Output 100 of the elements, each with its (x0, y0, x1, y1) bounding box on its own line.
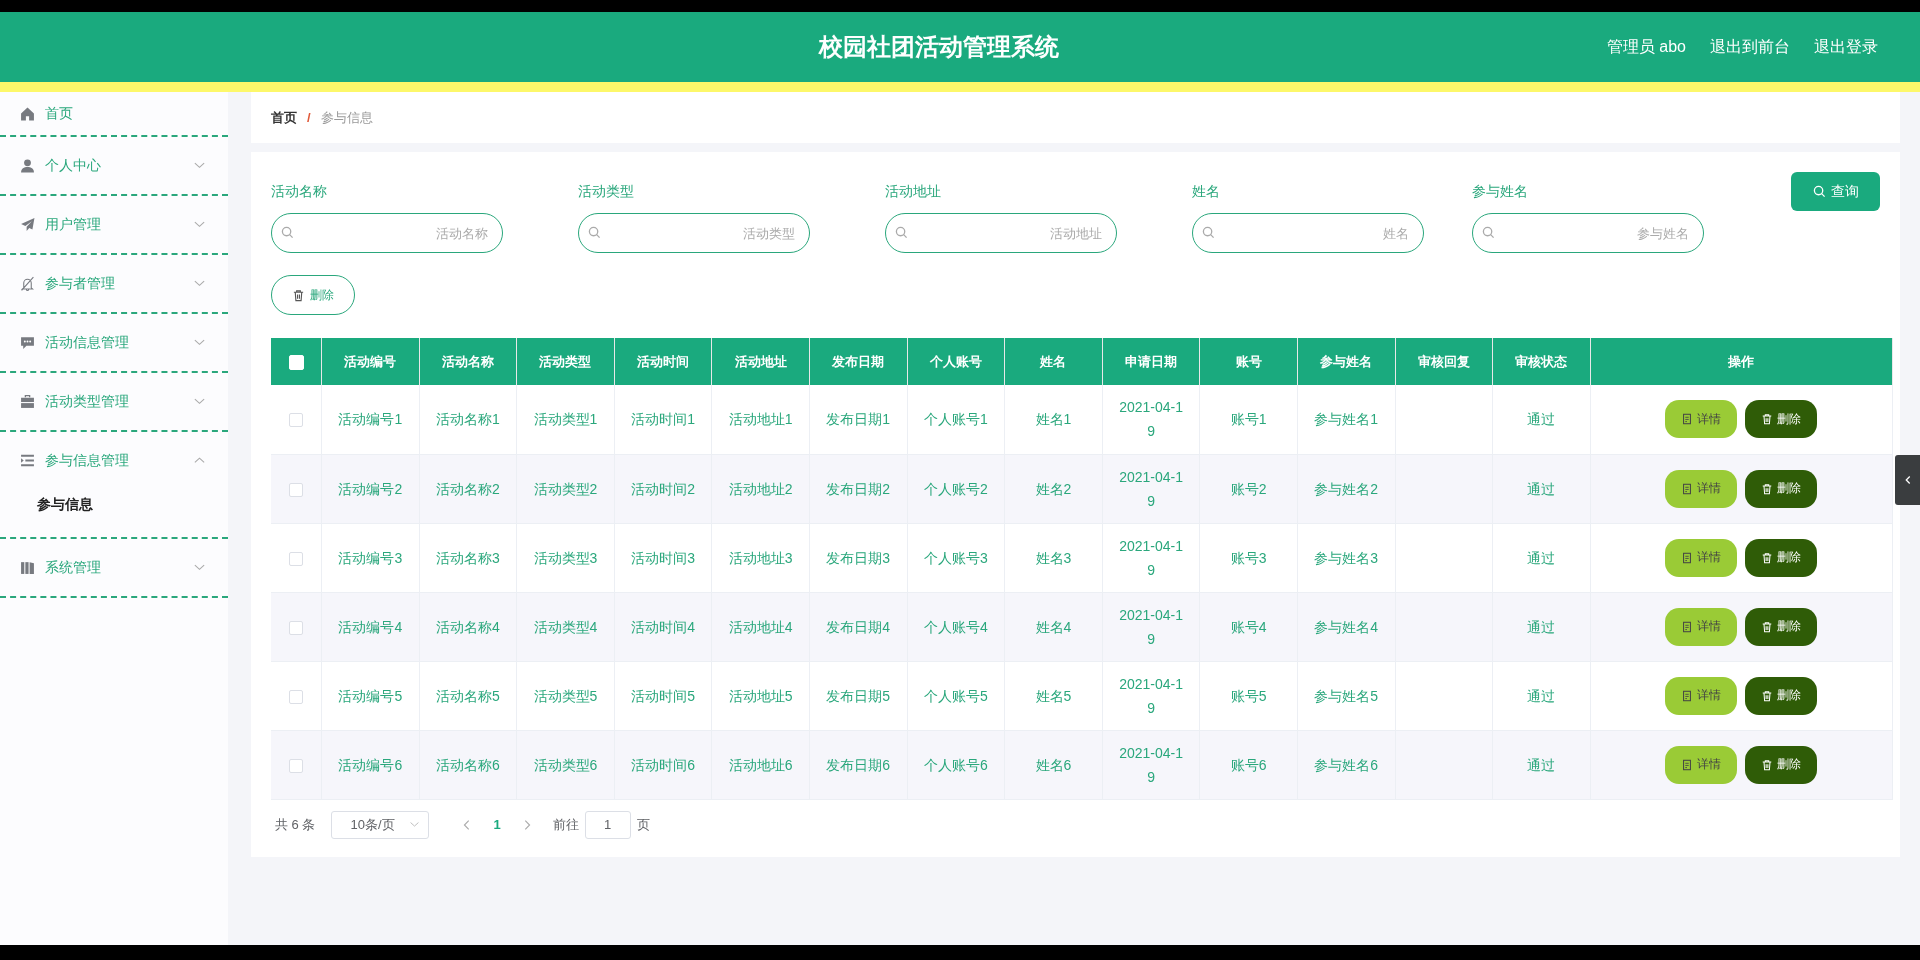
search-field[interactable]: 活动地址 (885, 213, 1117, 253)
table-cell-text: 活动编号2 (338, 479, 403, 499)
column-header: 活动名称 (441, 353, 494, 369)
delete-button[interactable]: 删除 (1745, 676, 1818, 715)
search-icon (281, 226, 294, 239)
goto-label: 前往 (552, 815, 579, 834)
books-icon (20, 560, 35, 575)
table-cell-text: 活动名称3 (436, 548, 500, 568)
table-cell-text: 参与姓名6 (1314, 755, 1379, 775)
table-cell-text: 活动类型1 (533, 410, 598, 430)
details-button[interactable]: 详情 (1665, 676, 1738, 715)
sidebar-item[interactable]: 活动信息管理 (0, 314, 228, 371)
delete-button[interactable]: 删除 (1745, 469, 1818, 508)
bell-off-icon (20, 276, 35, 291)
table-cell-text: 活动地址5 (728, 686, 793, 706)
field-label: 参与姓名 (1472, 183, 1529, 199)
row-checkbox[interactable] (289, 551, 303, 566)
sidebar-item[interactable]: 首页 (0, 92, 228, 135)
app-title: 校园社团活动管理系统 (819, 32, 1059, 62)
search-field[interactable]: 姓名 (1192, 213, 1424, 253)
details-button[interactable]: 详情 (1665, 469, 1738, 508)
details-button[interactable]: 详情 (1665, 400, 1738, 439)
table-cell-text: 参与姓名5 (1314, 686, 1379, 706)
sidebar-item[interactable]: 活动类型管理 (0, 373, 228, 430)
row-checkbox[interactable] (289, 413, 303, 428)
sidebar-item[interactable]: 用户管理 (0, 196, 228, 253)
table-cell-text: 活动时间3 (631, 548, 695, 568)
details-button[interactable]: 详情 (1665, 607, 1738, 646)
table-cell-text: 通过 (1527, 548, 1556, 568)
document-icon (1681, 758, 1694, 771)
table-cell-text: 活动地址2 (728, 479, 793, 499)
table-cell-text: 账号1 (1230, 410, 1267, 430)
delete-button[interactable]: 删除 (1745, 400, 1818, 439)
table-cell-text: 活动名称2 (436, 479, 500, 499)
delete-button[interactable]: 删除 (271, 275, 355, 315)
header-link[interactable]: 退出登录 (1814, 36, 1878, 58)
search-field[interactable]: 参与姓名 (1472, 213, 1704, 253)
select-all-checkbox[interactable] (288, 354, 304, 370)
column-header: 个人账号 (929, 353, 982, 369)
table-cell-text: 账号2 (1230, 479, 1267, 499)
row-checkbox[interactable] (289, 482, 303, 497)
column-header: 活动编号 (344, 353, 397, 369)
table-cell-text: 账号3 (1230, 548, 1267, 568)
header-link[interactable]: 管理员 abo (1606, 36, 1686, 58)
breadcrumb-item[interactable]: 首页 (271, 108, 297, 127)
details-button[interactable]: 详情 (1665, 745, 1738, 784)
table-cell-text: 活动编号1 (338, 410, 403, 430)
chevron-icon (409, 819, 421, 830)
table-cell-text: 活动类型2 (533, 479, 598, 499)
document-icon (1681, 551, 1694, 564)
table-cell-text: 个人账号6 (923, 755, 988, 775)
breadcrumb-item: 参与信息 (320, 108, 373, 127)
column-header: 活动时间 (637, 353, 690, 369)
table-cell-text: 发布日期2 (826, 479, 891, 499)
search-field[interactable]: 活动名称 (271, 213, 503, 253)
sidebar-item[interactable]: 个人中心 (0, 137, 228, 194)
sidebar-item[interactable]: 参与者管理 (0, 255, 228, 312)
page-size-select[interactable]: 10条/页 (331, 810, 430, 839)
search-field[interactable]: 活动类型 (578, 213, 810, 253)
page-suffix: 页 (636, 815, 650, 834)
collapse-handle[interactable] (1895, 455, 1920, 505)
table-cell-text: 姓名5 (1035, 686, 1072, 706)
row-checkbox[interactable] (289, 689, 303, 704)
trash-icon (1761, 482, 1774, 495)
table-cell-text: 账号6 (1230, 755, 1267, 775)
page-number[interactable]: 1 (487, 817, 507, 832)
row-checkbox[interactable] (289, 620, 303, 635)
delete-button[interactable]: 删除 (1745, 607, 1818, 646)
table-cell-text: 活动时间5 (631, 686, 695, 706)
chat-icon (20, 335, 35, 350)
table-cell-text: 个人账号3 (923, 548, 988, 568)
table-cell-text: 活动类型4 (533, 617, 598, 637)
table-cell-text: 活动时间2 (631, 479, 695, 499)
table-cell-text: 2021-04-19 (1118, 605, 1184, 649)
delete-button[interactable]: 删除 (1745, 538, 1818, 577)
search-icon (1482, 226, 1495, 239)
table-cell-text: 姓名6 (1035, 755, 1072, 775)
table-cell-text: 发布日期4 (826, 617, 891, 637)
sidebar-item[interactable]: 系统管理 (0, 539, 228, 596)
table-cell-text: 活动类型3 (533, 548, 598, 568)
table-cell-text: 通过 (1527, 410, 1556, 430)
search-button[interactable]: 查询 (1791, 172, 1880, 211)
row-checkbox[interactable] (289, 758, 303, 773)
table-cell-text: 姓名2 (1035, 479, 1072, 499)
table-cell-text: 活动地址1 (728, 410, 793, 430)
table-cell-text: 通过 (1527, 479, 1556, 499)
table-cell-text: 2021-04-19 (1118, 743, 1184, 787)
briefcase-icon (20, 394, 35, 409)
delete-button[interactable]: 删除 (1745, 745, 1818, 784)
table-cell-text: 发布日期6 (826, 755, 891, 775)
field-label: 活动类型 (578, 183, 635, 199)
table-cell-text: 个人账号1 (923, 410, 988, 430)
table-cell-text: 姓名1 (1035, 410, 1072, 430)
details-button[interactable]: 详情 (1665, 538, 1738, 577)
table-cell-text: 参与姓名3 (1314, 548, 1379, 568)
trash-icon (1761, 620, 1774, 633)
search-icon (588, 226, 601, 239)
page-input[interactable]: 1 (584, 810, 631, 839)
header-link[interactable]: 退出到前台 (1710, 36, 1790, 58)
table-cell-text: 活动名称5 (436, 686, 500, 706)
